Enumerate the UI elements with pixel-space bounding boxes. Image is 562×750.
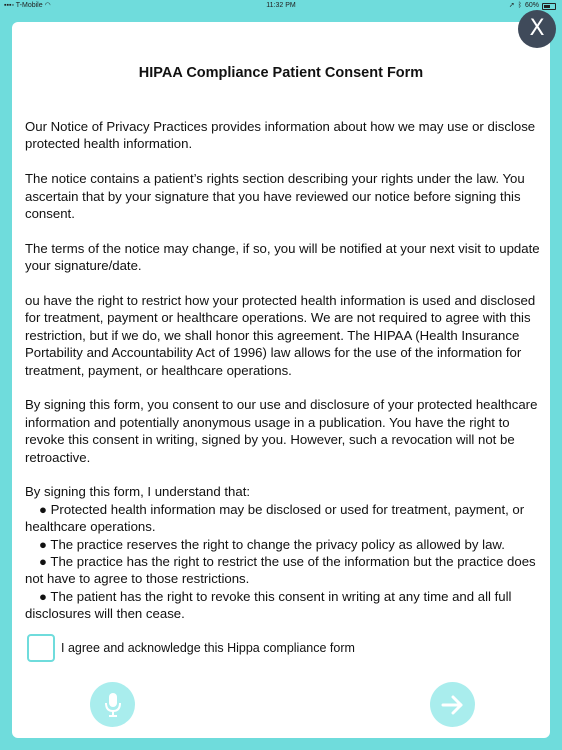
form-title: HIPAA Compliance Patient Consent Form [138, 65, 424, 81]
microphone-button[interactable] [90, 682, 135, 727]
list-item: ● Protected health information may be di… [25, 501, 525, 535]
battery-icon [542, 2, 556, 10]
list-item: ● The practice reserves the right to cha… [39, 536, 505, 552]
status-bar: ▪▪▪▫ T-Mobile ◠ 11:32 PM ➚ ᛒ 60% [0, 0, 562, 12]
agree-checkbox[interactable] [27, 634, 55, 662]
close-button[interactable]: X [518, 10, 556, 48]
understand-list: By signing this form, I understand that:… [25, 483, 545, 622]
understand-intro: By signing this form, I understand that: [25, 484, 251, 500]
paragraph: ou have the right to restrict how your p… [25, 293, 536, 378]
microphone-icon [104, 692, 121, 717]
paragraph: The notice contains a patient’s rights s… [25, 171, 525, 222]
agree-label: I agree and acknowledge this Hippa compl… [61, 641, 355, 655]
arrow-right-icon [441, 695, 462, 714]
location-icon: ➚ [508, 2, 515, 9]
bluetooth-icon: ᛒ [517, 2, 522, 9]
paragraph: By signing this form, you consent to our… [25, 397, 538, 465]
list-item: ● The practice has the right to restrict… [25, 554, 536, 587]
consent-card: HIPAA Compliance Patient Consent Form Ou… [12, 22, 550, 738]
next-button[interactable] [430, 682, 475, 727]
clock: 11:32 PM [266, 2, 296, 9]
paragraph: The terms of the notice may change, if s… [25, 240, 540, 274]
form-body: Our Notice of Privacy Practices provides… [25, 118, 545, 623]
list-item: ● The patient has the right to revoke th… [25, 588, 512, 622]
paragraph: Our Notice of Privacy Practices provides… [25, 119, 536, 152]
